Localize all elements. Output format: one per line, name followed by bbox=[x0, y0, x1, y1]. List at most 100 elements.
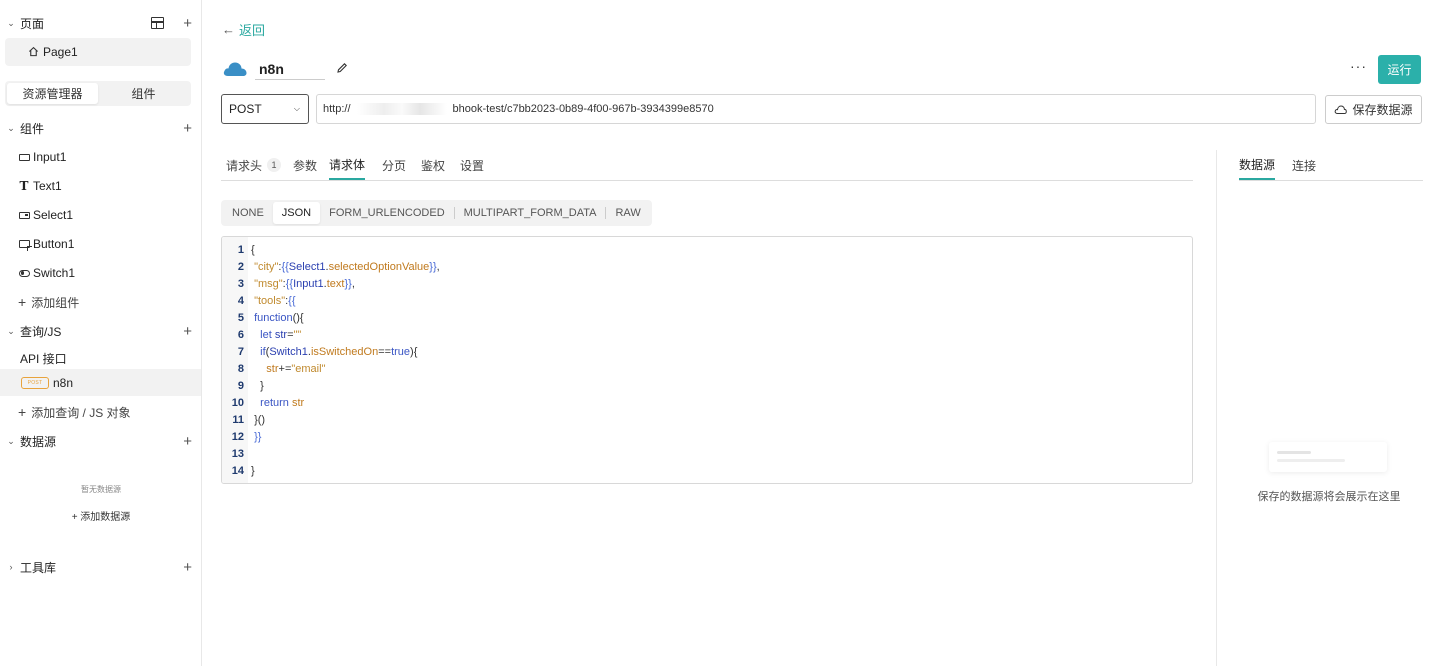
plus-icon: + bbox=[18, 404, 27, 420]
post-method-badge: POST bbox=[21, 376, 49, 389]
method-select[interactable]: POST ⌵ bbox=[221, 94, 309, 124]
layout-icon[interactable] bbox=[151, 17, 164, 29]
code-line: 8 str+="email" bbox=[222, 360, 1182, 377]
headers-count-badge: 1 bbox=[267, 158, 282, 172]
line-number: 6 bbox=[237, 328, 244, 341]
more-options-icon[interactable]: ··· bbox=[1350, 58, 1367, 74]
run-button[interactable]: 运行 bbox=[1378, 55, 1421, 84]
line-number: 10 bbox=[231, 396, 244, 409]
tab-label: 分页 bbox=[382, 158, 407, 173]
tree-item-input1[interactable]: Input1 bbox=[18, 147, 66, 167]
body-type-json[interactable]: JSON bbox=[272, 202, 321, 224]
chevron-down-icon[interactable]: ⌄ bbox=[6, 326, 16, 337]
line-number: 4 bbox=[237, 294, 244, 307]
components-section-title: 组件 bbox=[20, 121, 45, 136]
line-number: 13 bbox=[231, 447, 244, 460]
code-line: 9 } bbox=[222, 377, 1182, 394]
tab-body[interactable]: 请求体 bbox=[329, 150, 366, 180]
tree-item-text1[interactable]: T Text1 bbox=[18, 176, 62, 196]
body-type-form-urlencoded[interactable]: FORM_URLENCODED bbox=[320, 202, 454, 224]
add-page-icon[interactable]: + bbox=[183, 16, 192, 31]
tab-auth[interactable]: 鉴权 bbox=[421, 150, 445, 180]
chevron-down-icon[interactable]: ⌄ bbox=[6, 123, 16, 134]
save-datasource-button[interactable]: 保存数据源 bbox=[1325, 95, 1422, 124]
chevron-right-icon[interactable]: › bbox=[6, 562, 16, 572]
query-section-header[interactable]: ⌄ 查询/JS + bbox=[0, 320, 202, 342]
tools-section-header[interactable]: › 工具库 + bbox=[0, 556, 202, 578]
tree-item-label: Input1 bbox=[33, 150, 67, 164]
query-item-n8n[interactable]: POST n8n bbox=[0, 369, 201, 396]
json-body-editor[interactable]: 1{ 2 "city":{{Select1.selectedOptionValu… bbox=[221, 236, 1193, 484]
api-group-label: API 接口 bbox=[20, 352, 67, 366]
add-query-icon[interactable]: + bbox=[183, 324, 192, 339]
tree-item-select1[interactable]: Select1 bbox=[18, 205, 73, 225]
empty-state-text: 保存的数据源将会展示在这里 bbox=[1257, 491, 1401, 503]
code-line: 4 "tools":{{ bbox=[222, 292, 1182, 309]
page-item-page1[interactable]: Page1 bbox=[5, 38, 191, 66]
chevron-down-icon[interactable]: ⌄ bbox=[6, 18, 16, 29]
segment-explorer[interactable]: 资源管理器 bbox=[7, 83, 98, 104]
body-type-raw[interactable]: RAW bbox=[606, 202, 649, 224]
tab-params[interactable]: 参数 bbox=[293, 150, 317, 180]
pages-section-title: 页面 bbox=[20, 16, 45, 31]
components-section-header[interactable]: ⌄ 组件 + bbox=[0, 117, 202, 139]
tree-item-switch1[interactable]: Switch1 bbox=[18, 263, 75, 283]
code-line: 13 bbox=[222, 445, 1182, 462]
back-link[interactable]: ← 返回 bbox=[222, 20, 265, 39]
datasource-panel-tabs: 数据源 连接 bbox=[1239, 150, 1423, 181]
add-query-label: 添加查询 / JS 对象 bbox=[31, 405, 131, 420]
code-line: 14} bbox=[222, 462, 1182, 479]
cloud-upload-icon bbox=[1335, 105, 1348, 114]
method-value: POST bbox=[229, 102, 262, 116]
plus-icon: + bbox=[18, 294, 27, 310]
tools-section-title: 工具库 bbox=[20, 560, 57, 575]
tab-settings[interactable]: 设置 bbox=[460, 150, 484, 180]
add-query-button[interactable]: + 添加查询 / JS 对象 bbox=[18, 402, 131, 422]
query-item-label: n8n bbox=[53, 375, 74, 390]
datasource-panel: 数据源 连接 保存的数据源将会展示在这里 bbox=[1216, 150, 1440, 666]
line-number: 11 bbox=[232, 413, 244, 426]
tree-item-button1[interactable]: Button1 bbox=[18, 234, 74, 254]
datasource-section-header[interactable]: ⌄ 数据源 + bbox=[0, 430, 202, 452]
code-line: 1{ bbox=[222, 241, 1182, 258]
add-datasource-button[interactable]: + 添加数据源 bbox=[0, 508, 202, 523]
code-line: 11 }() bbox=[222, 411, 1182, 428]
save-datasource-label: 保存数据源 bbox=[1352, 103, 1413, 117]
chevron-down-icon[interactable]: ⌄ bbox=[6, 436, 16, 447]
url-redacted bbox=[356, 103, 447, 115]
segment-components[interactable]: 组件 bbox=[98, 83, 189, 104]
cloud-icon bbox=[223, 62, 247, 76]
tab-pagination[interactable]: 分页 bbox=[382, 150, 406, 180]
pages-section-header[interactable]: ⌄ 页面 + bbox=[0, 12, 202, 34]
url-input[interactable]: http:// bhook-test/c7bb2023-0b89-4f00-96… bbox=[316, 94, 1316, 124]
url-prefix: http:// bbox=[323, 103, 351, 115]
body-type-none[interactable]: NONE bbox=[223, 202, 273, 224]
datasource-empty-text: 暂无数据源 bbox=[81, 485, 121, 494]
line-number: 5 bbox=[237, 311, 244, 324]
code-line: 6 let str="" bbox=[222, 326, 1182, 343]
query-name-input[interactable]: n8n bbox=[255, 58, 325, 80]
request-tabs: 请求头 1 参数 请求体 分页 鉴权 设置 bbox=[221, 150, 1193, 181]
tree-item-label: Button1 bbox=[33, 237, 75, 251]
sidebar-segment: 资源管理器 组件 bbox=[5, 81, 191, 106]
button-icon bbox=[18, 238, 30, 250]
add-datasource-icon[interactable]: + bbox=[183, 434, 192, 449]
code-line: 5 function(){ bbox=[222, 309, 1182, 326]
tab-datasource[interactable]: 数据源 bbox=[1239, 150, 1276, 180]
add-component-icon[interactable]: + bbox=[183, 121, 192, 136]
add-tool-icon[interactable]: + bbox=[183, 560, 192, 575]
code-line: 7 if(Switch1.isSwitchedOn==true){ bbox=[222, 343, 1182, 360]
tab-headers[interactable]: 请求头 1 bbox=[226, 150, 282, 180]
select-icon bbox=[18, 209, 30, 221]
line-number: 1 bbox=[237, 243, 244, 256]
tab-connection[interactable]: 连接 bbox=[1292, 150, 1316, 180]
pencil-icon[interactable] bbox=[336, 62, 348, 74]
back-label: 返回 bbox=[239, 23, 266, 38]
tree-item-label: Text1 bbox=[33, 179, 62, 193]
empty-state-illustration bbox=[1269, 442, 1387, 472]
query-section-title: 查询/JS bbox=[20, 324, 62, 339]
line-number: 9 bbox=[237, 379, 244, 392]
body-type-multipart[interactable]: MULTIPART_FORM_DATA bbox=[455, 202, 606, 224]
input-icon bbox=[18, 151, 30, 163]
add-component-button[interactable]: + 添加组件 bbox=[18, 292, 79, 312]
